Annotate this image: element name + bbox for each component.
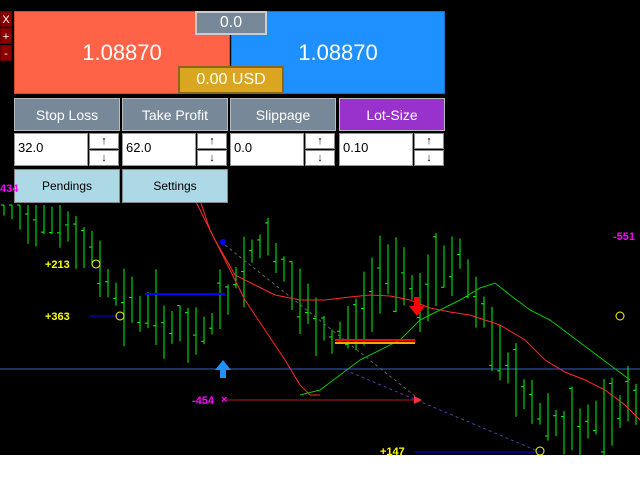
lot-size-down-icon[interactable]: ↓	[414, 150, 444, 166]
slippage-button[interactable]: Slippage	[230, 98, 336, 131]
cross-icon: ×	[221, 394, 228, 406]
level-label-147: +147	[380, 446, 405, 455]
settings-button[interactable]: Settings	[122, 169, 228, 203]
dashed-projection	[224, 244, 421, 401]
price-chart[interactable]: X + - 1.08870 1.08870 0.0 0.00 USD Stop …	[0, 0, 640, 455]
marker-213	[91, 259, 101, 269]
level-label-363: +363	[45, 311, 70, 323]
ma-red-line-2	[194, 184, 320, 396]
marker-147	[535, 446, 545, 455]
slippage-up-icon[interactable]: ↑	[305, 133, 335, 149]
buy-arrow-icon	[215, 360, 231, 378]
collapse-button[interactable]: -	[0, 45, 12, 61]
candle-bars	[1, 204, 637, 455]
sell-price: 1.08870	[82, 39, 162, 65]
expand-button[interactable]: +	[0, 28, 12, 44]
marker-right	[615, 311, 625, 321]
lot-size-up-icon[interactable]: ↑	[414, 133, 444, 149]
take-profit-button[interactable]: Take Profit	[122, 98, 228, 131]
lot-size-input[interactable]: 0.10	[339, 133, 413, 166]
dashed-projection-2	[344, 369, 541, 453]
sell-arrow-icon	[409, 297, 425, 316]
slippage-input[interactable]: 0.0	[230, 133, 304, 166]
buy-price: 1.08870	[298, 39, 378, 65]
level-label-right: -551	[613, 231, 636, 243]
slippage-down-icon[interactable]: ↓	[305, 150, 335, 166]
profit-display: 0.00 USD	[178, 66, 284, 94]
level-label-213: +213	[45, 259, 70, 271]
level-label-left: 434	[0, 183, 19, 195]
stop-loss-input[interactable]: 32.0	[14, 133, 88, 166]
stop-loss-down-icon[interactable]: ↓	[89, 150, 119, 166]
close-button[interactable]: X	[0, 11, 12, 27]
take-profit-input[interactable]: 62.0	[122, 133, 196, 166]
lot-size-button[interactable]: Lot-Size	[339, 98, 445, 131]
spread-display: 0.0	[195, 11, 267, 35]
stop-loss-button[interactable]: Stop Loss	[14, 98, 120, 131]
take-profit-up-icon[interactable]: ↑	[197, 133, 227, 149]
level-label-454: -454	[192, 395, 215, 407]
pendings-button[interactable]: Pendings	[14, 169, 120, 203]
target-arrow-icon	[414, 396, 422, 404]
stop-loss-up-icon[interactable]: ↑	[89, 133, 119, 149]
take-profit-down-icon[interactable]: ↓	[197, 150, 227, 166]
marker-blue	[220, 239, 226, 245]
